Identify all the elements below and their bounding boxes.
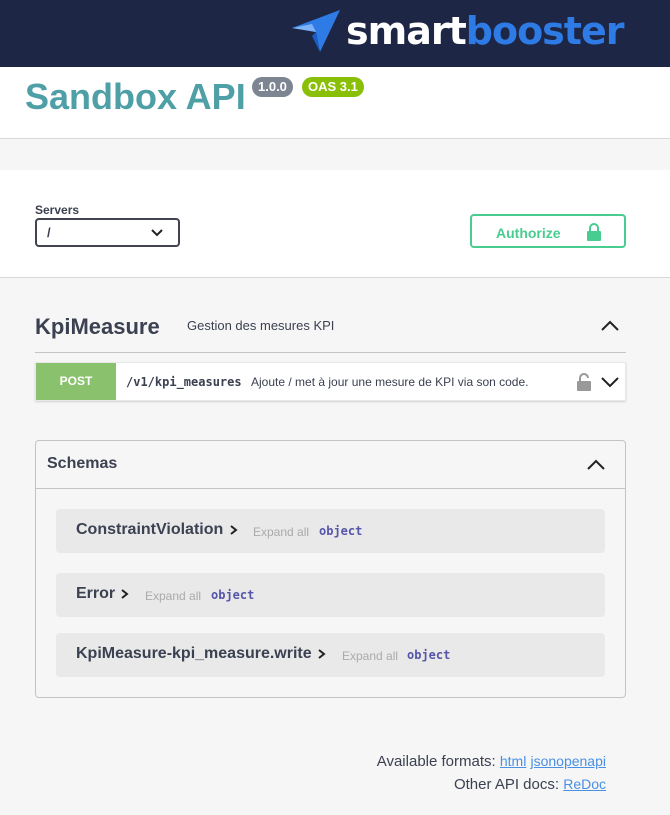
api-info: Sandbox API 1.0.0 OAS 3.1 xyxy=(0,67,670,139)
servers-select[interactable]: / xyxy=(35,218,180,247)
authorize-button[interactable]: Authorize xyxy=(470,214,626,248)
format-jsonopenapi-link[interactable]: jsonopenapi xyxy=(530,753,606,769)
schemas-title: Schemas xyxy=(47,455,118,472)
model-constraintviolation[interactable]: ConstraintViolation Expand all object xyxy=(56,509,605,553)
available-formats: Available formats: html jsonopenapi xyxy=(377,750,606,773)
model-name: Error xyxy=(76,585,116,602)
model-name: KpiMeasure-kpi_measure.write xyxy=(76,645,312,662)
footer: Available formats: html jsonopenapi Othe… xyxy=(377,750,606,796)
lock-icon[interactable] xyxy=(576,372,592,392)
model-kpimeasure-write[interactable]: KpiMeasure-kpi_measure.write Expand all … xyxy=(56,633,605,677)
authorize-label: Authorize xyxy=(496,225,561,241)
model-error[interactable]: Error Expand all object xyxy=(56,573,605,617)
model-type: object xyxy=(407,648,451,662)
servers-selected-value: / xyxy=(47,225,51,240)
schemas-header[interactable]: Schemas xyxy=(36,441,625,489)
smartbooster-logo[interactable]: smartbooster xyxy=(290,6,624,56)
tag-name: KpiMeasure xyxy=(35,314,160,339)
paper-plane-icon xyxy=(292,10,340,52)
model-type: object xyxy=(319,524,363,538)
chevron-right-icon[interactable] xyxy=(229,523,239,537)
method-badge: POST xyxy=(36,363,116,400)
chevron-up-icon[interactable] xyxy=(585,454,607,476)
schemas-section: Schemas ConstraintViolation Expand all o… xyxy=(35,440,626,698)
operation-path: /v1/kpi_measures xyxy=(126,375,242,389)
version-badge: 1.0.0 xyxy=(252,77,293,97)
tag-description: Gestion des mesures KPI xyxy=(187,318,335,333)
tag-kpimeasure-header[interactable]: KpiMeasure Gestion des mesures KPI xyxy=(35,305,626,353)
formats-label: Available formats: xyxy=(376,753,496,770)
expand-all-link[interactable]: Expand all xyxy=(342,649,399,663)
chevron-right-icon[interactable] xyxy=(120,587,130,601)
chevron-down-icon[interactable] xyxy=(599,371,621,393)
oas-badge: OAS 3.1 xyxy=(302,77,364,97)
docs-label: Other API docs: xyxy=(453,776,560,793)
servers-label: Servers xyxy=(35,203,80,217)
page-title: Sandbox API xyxy=(25,76,246,117)
chevron-down-icon xyxy=(151,229,163,237)
expand-all-link[interactable]: Expand all xyxy=(145,589,202,603)
redoc-link[interactable]: ReDoc xyxy=(563,776,606,792)
format-html-link[interactable]: html xyxy=(500,753,526,769)
model-name: ConstraintViolation xyxy=(76,521,224,538)
lock-icon xyxy=(587,223,601,241)
operation-summary: Ajoute / met à jour une mesure de KPI vi… xyxy=(251,375,529,389)
expand-all-link[interactable]: Expand all xyxy=(253,525,310,539)
other-api-docs: Other API docs: ReDoc xyxy=(377,773,606,796)
model-type: object xyxy=(211,588,255,602)
scheme-container: Servers / Authorize xyxy=(0,170,670,278)
brand-name: smartbooster xyxy=(346,9,624,53)
chevron-up-icon[interactable] xyxy=(600,316,620,336)
top-bar: smartbooster xyxy=(0,0,670,67)
chevron-right-icon[interactable] xyxy=(317,647,327,661)
operation-post-kpi-measures[interactable]: POST /v1/kpi_measures Ajoute / met à jou… xyxy=(35,362,626,401)
